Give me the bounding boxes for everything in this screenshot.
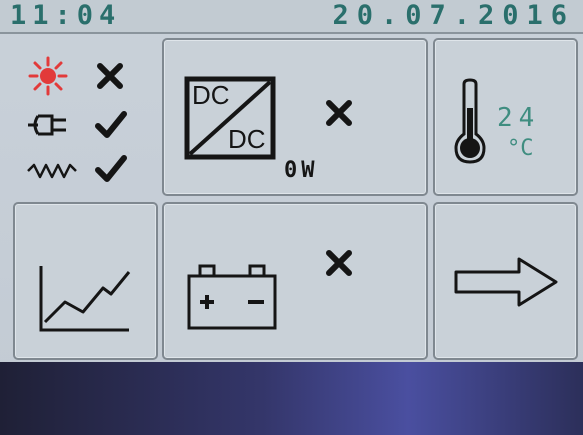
dc-label-bottom: DC (228, 124, 266, 154)
device-bezel (0, 362, 583, 435)
dcdc-power-value: 0W (284, 158, 319, 183)
status-indicators-panel (10, 38, 152, 192)
thermometer-icon (453, 78, 487, 164)
temperature-value: 24 (497, 103, 541, 133)
status-bar: 11:04 20.07.2016 (0, 0, 583, 34)
inactive-cross-icon (96, 62, 124, 90)
temperature-unit: °C (507, 136, 534, 161)
next-page-button[interactable] (433, 202, 578, 360)
inactive-cross-icon (324, 98, 354, 128)
line-chart-icon (37, 264, 131, 334)
plug-icon (26, 110, 72, 140)
battery-button[interactable] (162, 202, 428, 360)
inactive-cross-icon (324, 248, 354, 278)
ac-wave-icon (26, 162, 78, 180)
date-display: 20.07.2016 (332, 0, 575, 31)
temperature-button[interactable]: 24 °C (433, 38, 578, 196)
dc-dc-converter-icon: DC DC (184, 76, 276, 160)
battery-icon (186, 262, 278, 332)
active-check-icon (94, 110, 128, 140)
clock-time: 11:04 (10, 0, 122, 31)
arrow-right-icon (453, 256, 559, 308)
sun-icon (28, 56, 68, 96)
dcdc-converter-button[interactable]: DC DC 0W (162, 38, 428, 196)
chart-button[interactable] (13, 202, 158, 360)
dc-label-top: DC (192, 80, 230, 110)
active-check-icon (94, 154, 128, 184)
